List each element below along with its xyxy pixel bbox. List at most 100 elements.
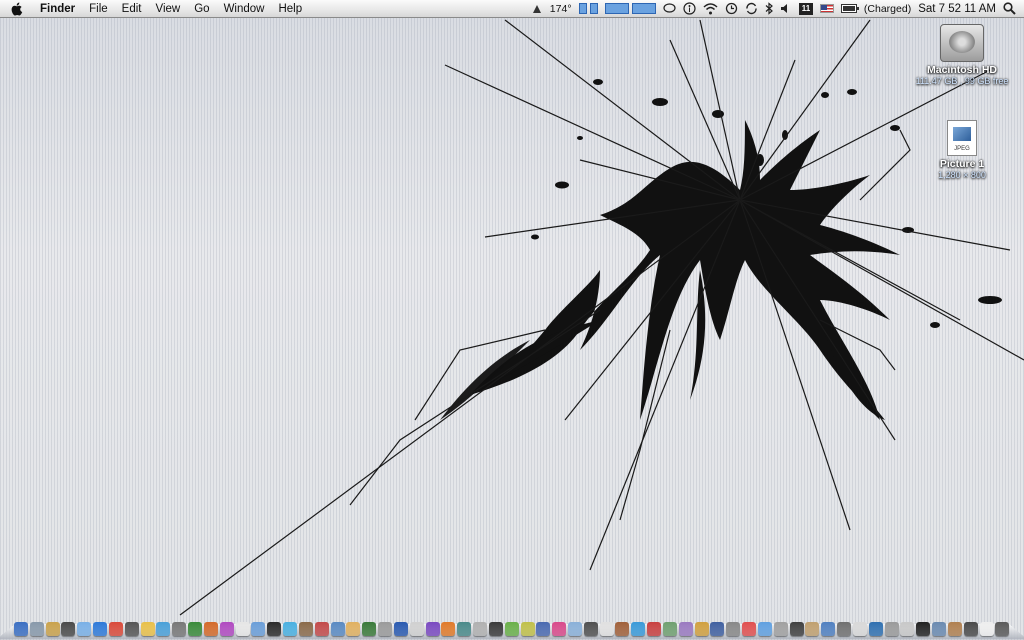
dock-app-icon[interactable] <box>963 622 978 636</box>
dock-app-icon[interactable] <box>837 622 852 636</box>
dock-app-icon[interactable] <box>393 622 408 636</box>
dock-app-icon[interactable] <box>251 622 266 636</box>
dock-app-icon[interactable] <box>219 622 234 636</box>
weather-icon[interactable] <box>531 0 543 18</box>
dock-app-icon[interactable] <box>694 622 709 636</box>
dock <box>0 612 1024 640</box>
dock-app-icon[interactable] <box>267 622 282 636</box>
battery-status[interactable]: (Charged) <box>864 0 911 18</box>
desktop-icon-detail: 1,280 × 800 <box>938 170 986 180</box>
dock-app-icon[interactable] <box>124 622 139 636</box>
dock-app-icon[interactable] <box>900 622 915 636</box>
dock-app-icon[interactable] <box>757 622 772 636</box>
us-flag-icon[interactable] <box>819 4 834 13</box>
dock-app-icon[interactable] <box>378 622 393 636</box>
dock-app-icon[interactable] <box>726 622 741 636</box>
dock-app-icon[interactable] <box>330 622 345 636</box>
network-graph-icon[interactable] <box>604 0 656 18</box>
volume-icon[interactable] <box>780 0 792 18</box>
dock-app-icon[interactable] <box>947 622 962 636</box>
dock-app-icon[interactable] <box>742 622 757 636</box>
dock-app-icon[interactable] <box>789 622 804 636</box>
bluetooth-icon[interactable] <box>765 0 773 18</box>
dock-app-icon[interactable] <box>314 622 329 636</box>
dock-app-icon[interactable] <box>916 622 931 636</box>
dock-app-icon[interactable] <box>362 622 377 636</box>
macintosh-hd-desktop-icon[interactable]: Macintosh HD 111.47 GB , 99 GB free <box>907 24 1017 86</box>
dock-app-icon[interactable] <box>536 622 551 636</box>
sync-icon[interactable] <box>745 0 758 18</box>
dock-app-icon[interactable] <box>203 622 218 636</box>
hard-drive-icon[interactable] <box>940 24 984 62</box>
apple-menu-icon[interactable] <box>10 2 24 16</box>
dock-app-icon[interactable] <box>61 622 76 636</box>
dock-app-icon[interactable] <box>821 622 836 636</box>
dock-app-icon[interactable] <box>868 622 883 636</box>
dock-app-icon[interactable] <box>29 622 44 636</box>
dock-app-icon[interactable] <box>583 622 598 636</box>
dock-app-icon[interactable] <box>93 622 108 636</box>
dock-app-icon[interactable] <box>567 622 582 636</box>
temperature-readout[interactable]: 174° <box>550 0 572 18</box>
desktop[interactable]: Finder File Edit View Go Window Help 174… <box>0 0 1024 640</box>
accessibility-icon[interactable] <box>683 0 696 18</box>
dock-app-icon[interactable] <box>552 622 567 636</box>
dock-app-icon[interactable] <box>425 622 440 636</box>
dock-app-icon[interactable] <box>188 622 203 636</box>
wifi-icon[interactable] <box>703 0 718 18</box>
menu-clock[interactable]: Sat 7 52 11 AM <box>918 0 996 18</box>
dock-app-icon[interactable] <box>172 622 187 636</box>
dock-app-icon[interactable] <box>346 622 361 636</box>
dock-app-icon[interactable] <box>995 622 1010 636</box>
dock-app-icon[interactable] <box>409 622 424 636</box>
dock-app-icon[interactable] <box>520 622 535 636</box>
dock-app-icon[interactable] <box>156 622 171 636</box>
dock-app-icon[interactable] <box>283 622 298 636</box>
menu-view[interactable]: View <box>149 0 188 18</box>
speech-bubble-icon[interactable] <box>663 0 676 18</box>
dock-app-icon[interactable] <box>710 622 725 636</box>
menu-file[interactable]: File <box>82 0 115 18</box>
dock-app-icon[interactable] <box>773 622 788 636</box>
dock-app-icon[interactable] <box>615 622 630 636</box>
dock-app-icon[interactable] <box>662 622 677 636</box>
dock-app-icon[interactable] <box>235 622 250 636</box>
dock-app-icon[interactable] <box>140 622 155 636</box>
battery-icon[interactable] <box>840 0 859 18</box>
menu-go[interactable]: Go <box>187 0 216 18</box>
jpeg-file-icon[interactable]: JPEG <box>947 120 977 156</box>
menu-edit[interactable]: Edit <box>115 0 149 18</box>
calendar-icon[interactable]: 11 <box>798 2 813 15</box>
picture-1-desktop-icon[interactable]: JPEG Picture 1 1,280 × 800 <box>907 120 1017 180</box>
spotlight-icon[interactable] <box>1003 0 1016 18</box>
dock-app-icon[interactable] <box>77 622 92 636</box>
dock-app-icon[interactable] <box>108 622 123 636</box>
dock-app-icon[interactable] <box>805 622 820 636</box>
dock-app-icon[interactable] <box>298 622 313 636</box>
dock-app-icon[interactable] <box>473 622 488 636</box>
dock-app-icon[interactable] <box>441 622 456 636</box>
menu-window[interactable]: Window <box>217 0 272 18</box>
desktop-icon-label: Picture 1 <box>939 158 985 170</box>
dock-app-icon[interactable] <box>599 622 614 636</box>
dock-app-icon[interactable] <box>678 622 693 636</box>
menu-finder[interactable]: Finder <box>36 0 82 18</box>
cracked-screen-wallpaper <box>179 19 1024 616</box>
dock-app-icon[interactable] <box>932 622 947 636</box>
desktop-icon-label: Macintosh HD <box>926 64 997 76</box>
dock-app-icon[interactable] <box>488 622 503 636</box>
dock-app-icon[interactable] <box>14 622 28 636</box>
cpu-meter-icon[interactable] <box>578 0 598 18</box>
dock-app-icon[interactable] <box>852 622 867 636</box>
dock-app-icon[interactable] <box>45 622 60 636</box>
jpeg-badge: JPEG <box>954 146 970 152</box>
menu-help[interactable]: Help <box>271 0 309 18</box>
dock-app-icon[interactable] <box>457 622 472 636</box>
dock-app-icon[interactable] <box>504 622 519 636</box>
time-machine-icon[interactable] <box>725 0 738 18</box>
dock-app-icon[interactable] <box>884 622 899 636</box>
dock-app-icon[interactable] <box>979 622 994 636</box>
menu-bar: Finder File Edit View Go Window Help 174… <box>0 0 1024 18</box>
dock-app-icon[interactable] <box>647 622 662 636</box>
dock-app-icon[interactable] <box>631 622 646 636</box>
